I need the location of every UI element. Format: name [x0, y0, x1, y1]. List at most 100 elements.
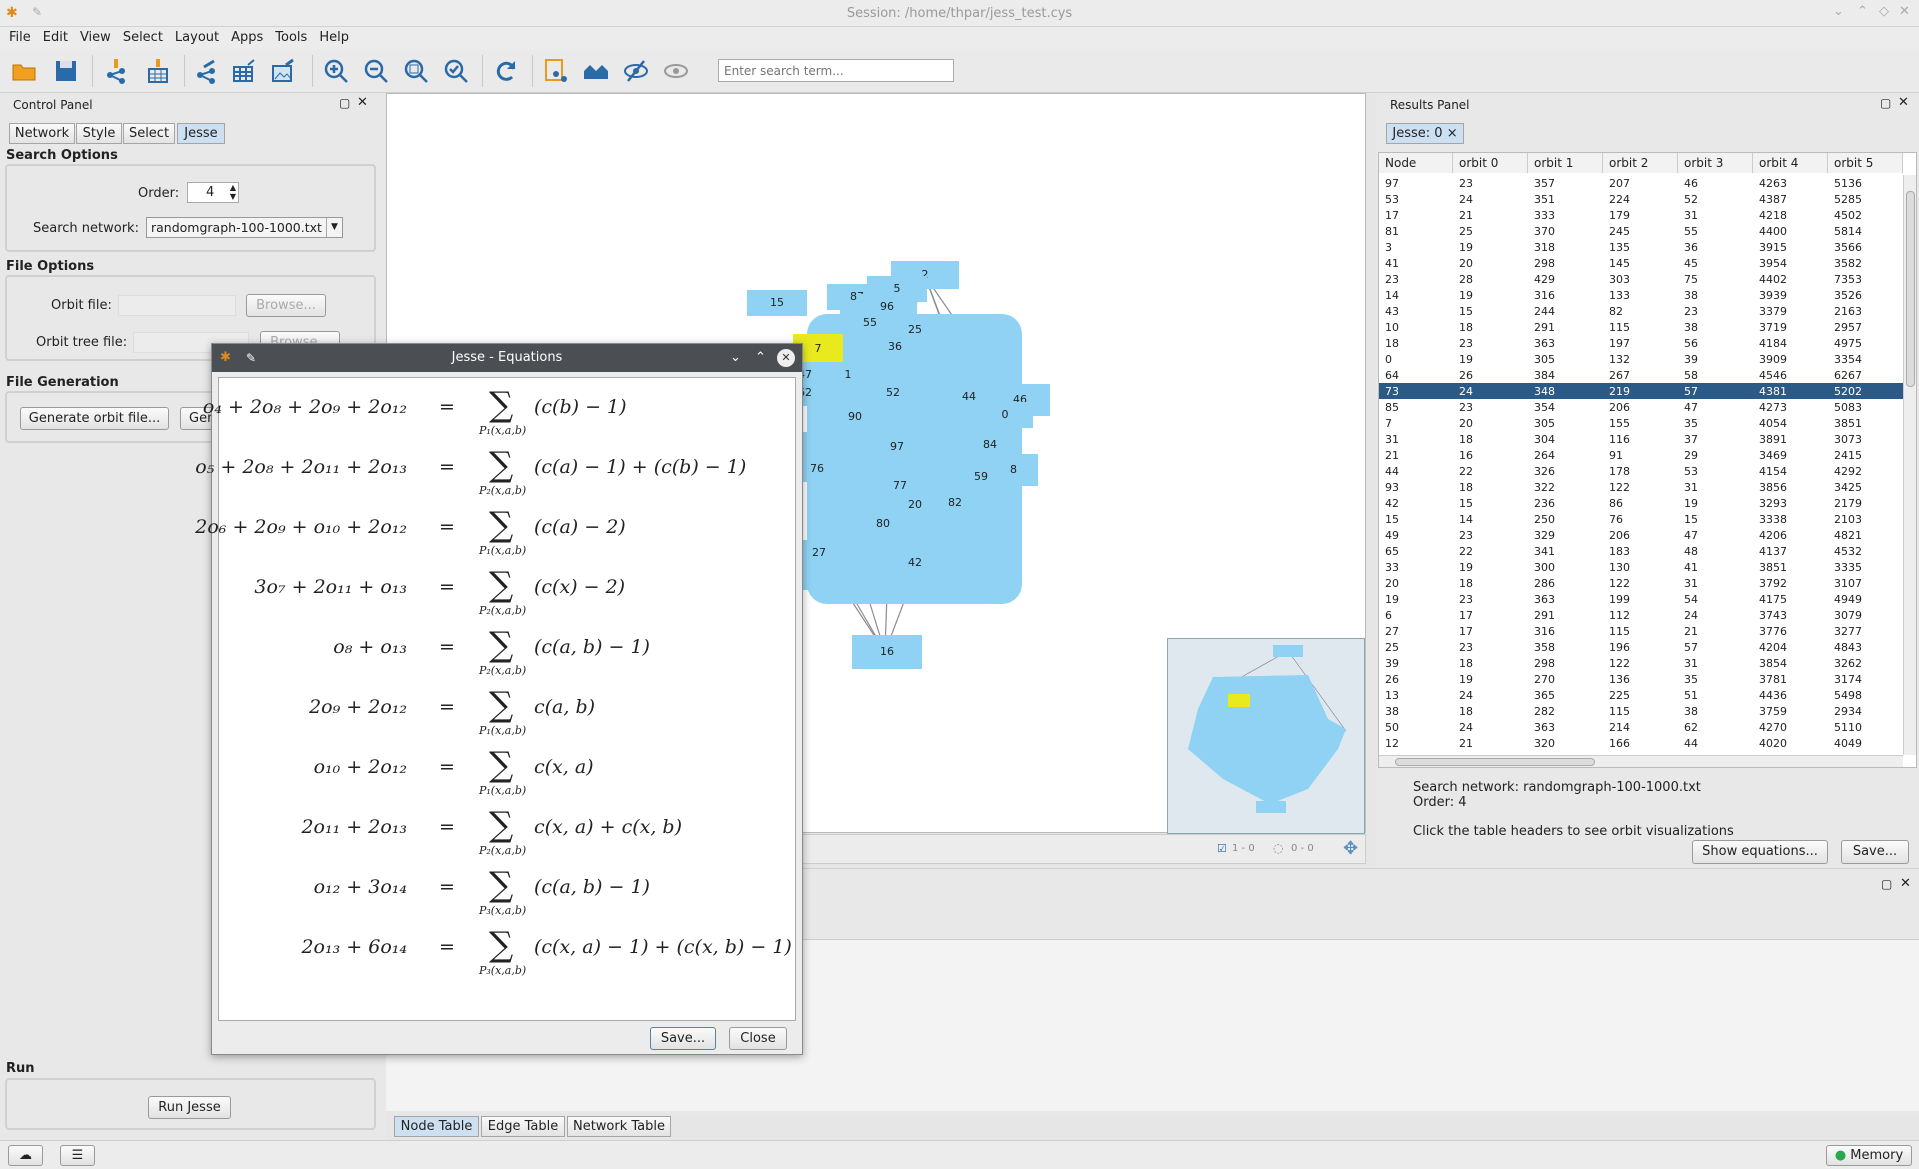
export-table-icon[interactable] — [228, 55, 260, 87]
menu-help[interactable]: Help — [313, 27, 355, 49]
float-panel-icon[interactable]: ▢ — [339, 96, 350, 110]
menu-edit[interactable]: Edit — [37, 27, 74, 49]
table-row[interactable]: 26 19 270 136 35 3781 3174 — [1379, 671, 1903, 687]
column-header-orbit-5[interactable]: orbit 5 — [1828, 153, 1903, 173]
run-jesse-button[interactable]: Run Jesse — [148, 1096, 231, 1119]
close-icon[interactable]: ✕ — [1899, 4, 1910, 19]
table-row[interactable]: 27 17 316 115 21 3776 3277 — [1379, 623, 1903, 639]
order-spinner[interactable]: 4 ▲ ▼ — [187, 182, 239, 203]
table-row[interactable]: 50 24 363 214 62 4270 5110 — [1379, 719, 1903, 735]
dialog-close-button[interactable]: Close — [729, 1027, 787, 1050]
network-node[interactable]: 55 — [840, 310, 900, 336]
horizontal-scrollbar[interactable] — [1379, 755, 1903, 767]
tab-jesse[interactable]: Jesse — [177, 123, 225, 144]
network-node[interactable]: 97 — [869, 434, 925, 460]
hscroll-thumb[interactable] — [1395, 758, 1595, 766]
table-row[interactable]: 93 18 322 122 31 3856 3425 — [1379, 479, 1903, 495]
table-row[interactable]: 21 16 264 91 29 3469 2415 — [1379, 447, 1903, 463]
network-node[interactable]: 90 — [827, 404, 883, 430]
zoom-out-icon[interactable] — [360, 55, 392, 87]
orbit-file-browse-button[interactable]: Browse... — [246, 294, 326, 317]
open-folder-icon[interactable] — [8, 55, 40, 87]
tab-edge-table[interactable]: Edge Table — [481, 1116, 565, 1137]
show-all-icon[interactable] — [660, 55, 692, 87]
table-row[interactable]: 14 19 316 133 38 3939 3526 — [1379, 287, 1903, 303]
memory-button[interactable]: ● Memory — [1826, 1145, 1912, 1166]
task-list-icon[interactable]: ☰ — [60, 1145, 95, 1166]
menu-view[interactable]: View — [74, 27, 117, 49]
vertical-scrollbar[interactable] — [1903, 175, 1916, 755]
table-row[interactable]: 17 21 333 179 31 4218 4502 — [1379, 207, 1903, 223]
new-network-from-selection-icon[interactable] — [540, 55, 572, 87]
menu-apps[interactable]: Apps — [225, 27, 269, 49]
tab-network-table[interactable]: Network Table — [567, 1116, 671, 1137]
selected-checkbox-icon[interactable]: ☑ — [1217, 842, 1227, 855]
restore-icon[interactable]: ◇ — [1879, 4, 1889, 19]
hide-selected-icon[interactable] — [620, 55, 652, 87]
menu-file[interactable]: File — [3, 27, 37, 49]
table-row[interactable]: 12 21 320 166 44 4020 4049 — [1379, 735, 1903, 751]
network-node[interactable]: 59 — [953, 464, 1009, 490]
navigate-icon[interactable]: ✥ — [1343, 838, 1358, 859]
table-row[interactable]: 33 19 300 130 41 3851 3335 — [1379, 559, 1903, 575]
home-network-icon[interactable] — [580, 55, 612, 87]
import-table-icon[interactable] — [142, 55, 174, 87]
network-node[interactable]: 0 — [977, 402, 1033, 428]
table-row[interactable]: 25 23 358 196 57 4204 4843 — [1379, 639, 1903, 655]
table-row[interactable]: 39 18 298 122 31 3854 3262 — [1379, 655, 1903, 671]
table-row[interactable]: 38 18 282 115 38 3759 2934 — [1379, 703, 1903, 719]
table-row[interactable]: 23 28 429 303 75 4402 7353 — [1379, 271, 1903, 287]
export-network-icon[interactable] — [190, 55, 222, 87]
table-row[interactable]: 44 22 326 178 53 4154 4292 — [1379, 463, 1903, 479]
tab-select[interactable]: Select — [123, 123, 175, 144]
table-row[interactable]: 81 25 370 245 55 4400 5814 — [1379, 223, 1903, 239]
table-row[interactable]: 3 19 318 135 36 3915 3566 — [1379, 239, 1903, 255]
table-row[interactable]: 18 23 363 197 56 4184 4975 — [1379, 335, 1903, 351]
table-row[interactable]: 42 15 236 86 19 3293 2179 — [1379, 495, 1903, 511]
column-header-orbit-1[interactable]: orbit 1 — [1528, 153, 1603, 173]
menu-layout[interactable]: Layout — [169, 27, 225, 49]
generate-orbit-file-button[interactable]: Generate orbit file... — [20, 407, 169, 430]
show-equations-button[interactable]: Show equations... — [1692, 840, 1828, 864]
table-row[interactable]: 19 23 363 199 54 4175 4949 — [1379, 591, 1903, 607]
table-row[interactable]: 7 20 305 155 35 4054 3851 — [1379, 415, 1903, 431]
dialog-maximize-icon[interactable]: ⌃ — [755, 344, 766, 372]
network-node[interactable]: 42 — [887, 550, 943, 576]
network-node[interactable]: 80 — [855, 512, 911, 536]
maximize-icon[interactable]: ⌃ — [1857, 4, 1868, 19]
orbit-file-field[interactable] — [118, 295, 236, 316]
dialog-save-button[interactable]: Save... — [650, 1027, 716, 1050]
table-row[interactable]: 41 20 298 145 45 3954 3582 — [1379, 255, 1903, 271]
results-save-button[interactable]: Save... — [1841, 840, 1909, 864]
table-row[interactable]: 20 18 286 122 31 3792 3107 — [1379, 575, 1903, 591]
save-disk-icon[interactable] — [50, 55, 82, 87]
table-row[interactable]: 6 17 291 112 24 3743 3079 — [1379, 607, 1903, 623]
column-header-orbit-0[interactable]: orbit 0 — [1453, 153, 1528, 173]
table-row[interactable]: 15 14 250 76 15 3338 2103 — [1379, 511, 1903, 527]
table-row[interactable]: 97 23 357 207 46 4263 5136 — [1379, 175, 1903, 191]
table-close-icon[interactable]: ✕ — [1900, 876, 1911, 891]
column-header-orbit-3[interactable]: orbit 3 — [1678, 153, 1753, 173]
spinner-arrows-icon[interactable]: ▲ ▼ — [230, 183, 236, 201]
dialog-close-icon[interactable]: ✕ — [777, 349, 795, 367]
table-row[interactable]: 65 22 341 183 48 4137 4532 — [1379, 543, 1903, 559]
network-node[interactable]: 52 — [865, 380, 921, 406]
menu-select[interactable]: Select — [117, 27, 169, 49]
results-float-icon[interactable]: ▢ — [1880, 96, 1891, 110]
table-row[interactable]: 49 23 329 206 47 4206 4821 — [1379, 527, 1903, 543]
birds-eye-view[interactable] — [1167, 638, 1365, 834]
tab-jesse-results[interactable]: Jesse: 0 × — [1386, 123, 1464, 144]
zoom-in-icon[interactable] — [320, 55, 352, 87]
search-network-select[interactable]: randomgraph-100-1000.txt ▼ — [146, 217, 343, 238]
dropdown-arrow-icon[interactable]: ▼ — [326, 218, 342, 237]
column-header-orbit-4[interactable]: orbit 4 — [1753, 153, 1828, 173]
network-node[interactable]: 82 — [927, 490, 983, 516]
zoom-selected-icon[interactable] — [440, 55, 472, 87]
table-row[interactable]: 73 24 348 219 57 4381 5202 — [1379, 383, 1903, 399]
tab-network[interactable]: Network — [9, 123, 75, 144]
column-header-node[interactable]: Node — [1379, 153, 1453, 173]
search-input[interactable] — [718, 59, 954, 82]
table-row[interactable]: 10 18 291 115 38 3719 2957 — [1379, 319, 1903, 335]
column-header-orbit-2[interactable]: orbit 2 — [1603, 153, 1678, 173]
results-close-icon[interactable]: ✕ — [1898, 95, 1909, 110]
